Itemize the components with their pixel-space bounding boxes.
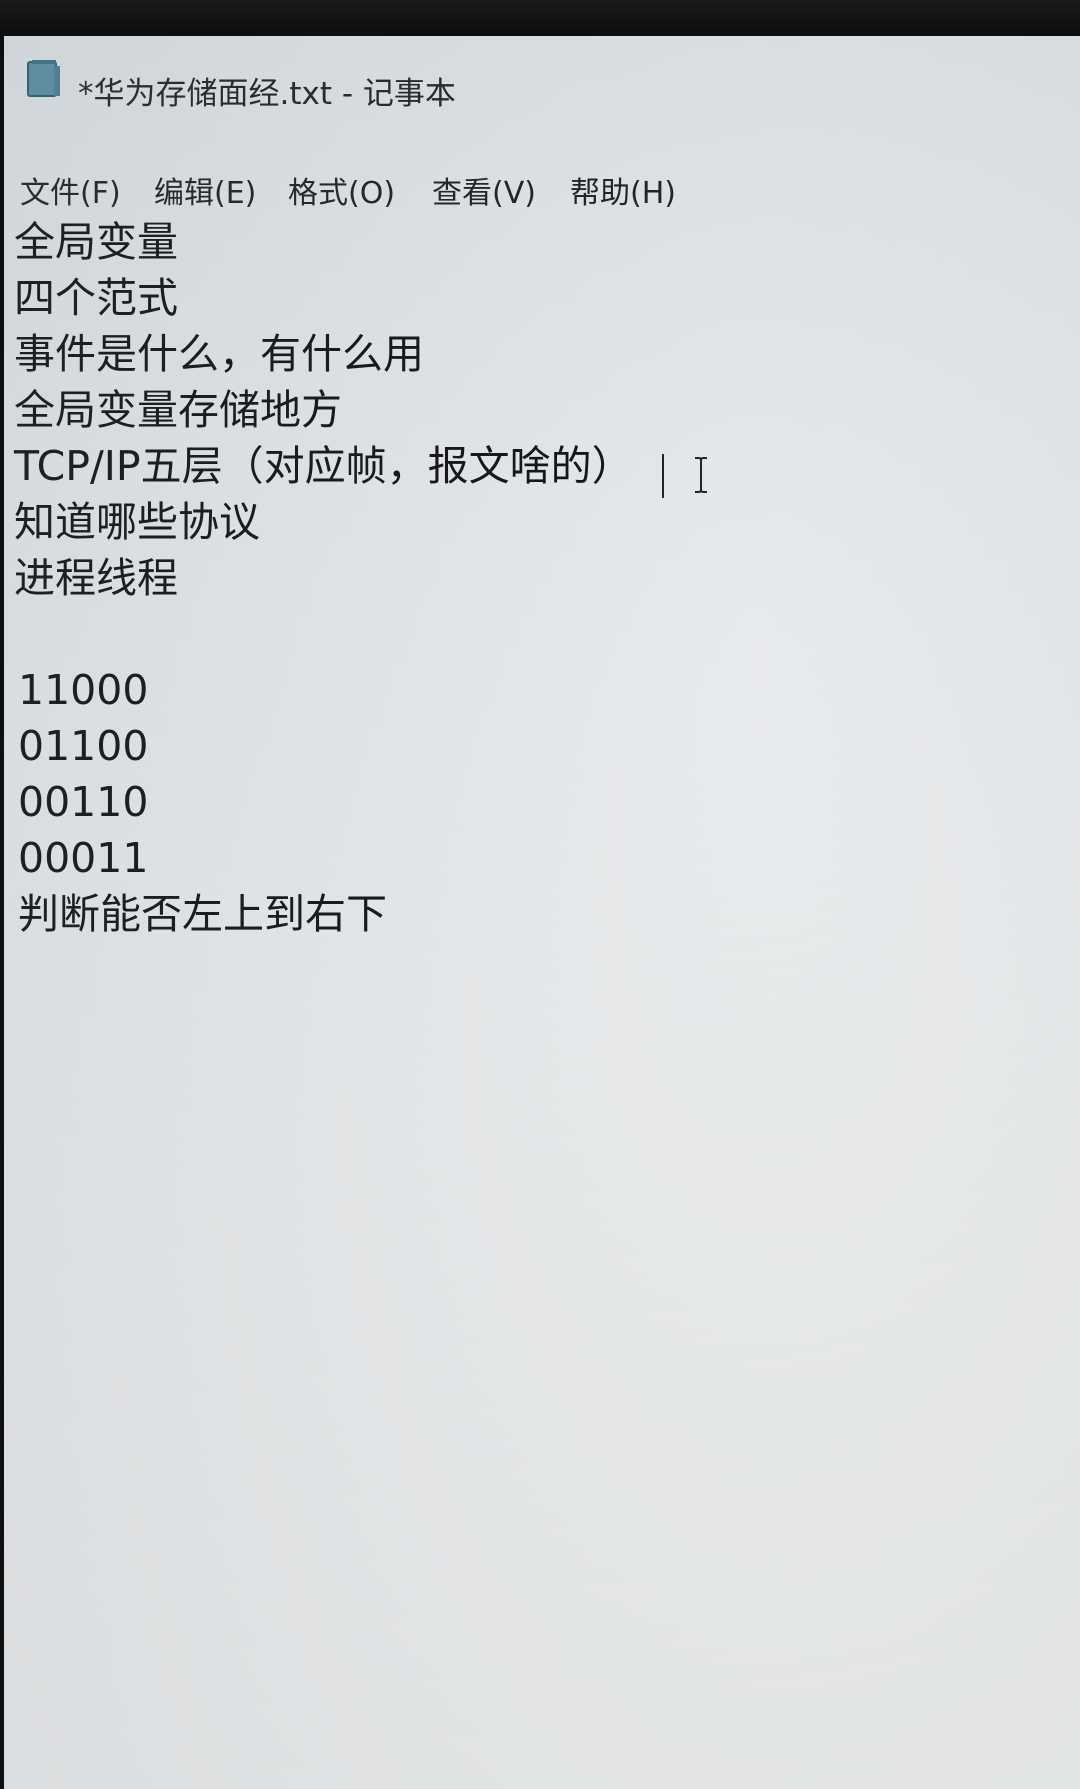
text-cursor-icon [695, 457, 707, 493]
photo-frame: *华为存储面经.txt - 记事本 文件(F) 编辑(E) 格式(O) 查看(V… [0, 0, 1080, 1789]
text-line: 全局变量 [14, 218, 178, 266]
text-editor[interactable]: 全局变量 四个范式 事件是什么，有什么用 全局变量存储地方 TCP/IP五层（对… [4, 216, 1080, 1789]
text-line: TCP/IP五层（对应帧，报文啥的） [14, 442, 633, 490]
menu-file[interactable]: 文件(F) [20, 168, 121, 212]
notepad-window: *华为存储面经.txt - 记事本 文件(F) 编辑(E) 格式(O) 查看(V… [4, 36, 1080, 1789]
notepad-icon [27, 60, 60, 97]
monitor-bezel [0, 0, 1080, 40]
text-line: 四个范式 [14, 274, 178, 322]
window-title: *华为存储面经.txt - 记事本 [78, 76, 456, 112]
text-line: 全局变量存储地方 [14, 386, 342, 434]
menu-view[interactable]: 查看(V) [432, 168, 536, 212]
text-line: 00011 [18, 834, 149, 882]
text-line: 11000 [18, 666, 149, 714]
text-line: 知道哪些协议 [14, 498, 260, 546]
text-line: 判断能否左上到右下 [18, 890, 387, 938]
menu-format[interactable]: 格式(O) [288, 168, 395, 212]
text-line: 01100 [18, 722, 149, 770]
title-bar[interactable]: *华为存储面经.txt - 记事本 [4, 36, 1080, 120]
menu-bar: 文件(F) 编辑(E) 格式(O) 查看(V) 帮助(H) [4, 156, 1080, 212]
text-line: 事件是什么，有什么用 [14, 330, 424, 378]
text-line: 00110 [18, 778, 149, 826]
menu-help[interactable]: 帮助(H) [570, 168, 676, 212]
menu-edit[interactable]: 编辑(E) [154, 168, 256, 212]
text-caret [662, 454, 664, 498]
text-line: 进程线程 [14, 554, 178, 602]
